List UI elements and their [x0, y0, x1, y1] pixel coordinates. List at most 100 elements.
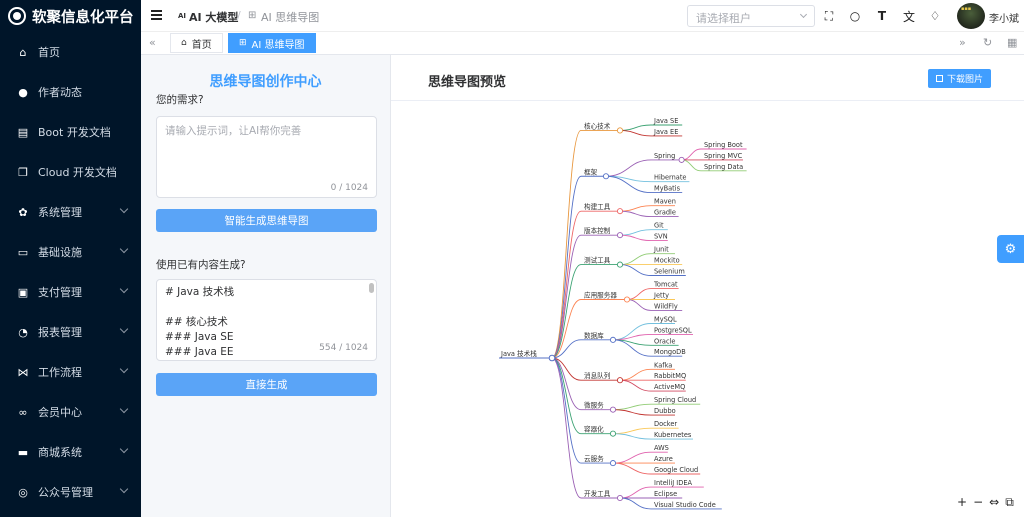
mindmap-node[interactable]: Junit [653, 246, 669, 254]
mindmap-node[interactable]: Spring Data [704, 163, 743, 171]
mindmap-node[interactable]: Spring Cloud [654, 396, 696, 404]
mindmap-collapse-dot[interactable] [616, 261, 624, 268]
mindmap-node[interactable]: Tomcat [653, 281, 678, 289]
mindmap-node[interactable]: 版本控制 [584, 226, 611, 235]
sidebar-item-11[interactable]: ◎ 公众号管理 [0, 472, 141, 512]
mindmap-collapse-dot[interactable] [602, 173, 610, 180]
mindmap-node[interactable]: Dubbo [654, 407, 676, 415]
sidebar-item-0[interactable]: ⌂ 首页 [0, 32, 141, 72]
mindmap-node[interactable]: 消息队列 [584, 371, 611, 380]
mindmap-node[interactable]: 构建工具 [584, 202, 611, 211]
sidebar-item-5[interactable]: ▭ 基础设施 [0, 232, 141, 272]
mindmap-node[interactable]: 核心技术 [584, 121, 611, 130]
mindmap-node[interactable]: 应用服务器 [584, 291, 617, 300]
mindmap-node[interactable]: 测试工具 [584, 256, 611, 265]
mindmap-node[interactable]: 云服务 [584, 454, 604, 463]
mindmap-node[interactable]: Spring MVC [704, 152, 743, 160]
mindmap-collapse-dot[interactable] [678, 156, 685, 163]
grid-icon[interactable]: ▦ [1007, 36, 1017, 49]
mindmap-node[interactable]: Azure [654, 455, 673, 463]
mindmap-collapse-dot[interactable] [548, 354, 556, 362]
mindmap-node[interactable]: Hibernate [654, 174, 687, 182]
mindmap-node[interactable]: MongoDB [654, 348, 686, 356]
brand[interactable]: 软聚信息化平台 [0, 0, 141, 32]
mindmap-node[interactable]: MySQL [654, 316, 677, 324]
mindmap-node[interactable]: Visual Studio Code [654, 501, 716, 509]
search-icon[interactable]: ○ [848, 9, 862, 23]
mindmap-collapse-dot[interactable] [609, 336, 617, 343]
fullscreen-icon[interactable]: ⛶ [822, 9, 836, 23]
mindmap-node[interactable]: 容器化 [584, 425, 604, 434]
mindmap-collapse-dot[interactable] [616, 377, 624, 384]
avatar[interactable] [957, 3, 985, 29]
mindmap-node[interactable]: Selenium [654, 268, 685, 276]
mindmap-node[interactable]: Java SE [653, 117, 678, 125]
mindmap-node[interactable]: IntelliJ IDEA [654, 479, 692, 487]
mindmap-collapse-dot[interactable] [616, 127, 624, 134]
mindmap-canvas[interactable]: Java 技术栈 核心技术 Java SE Java EE 框架 Spring Spring… [391, 101, 1024, 517]
mindmap-node[interactable]: 框架 [584, 167, 598, 176]
sidebar-item-10[interactable]: ▬ 商城系统 [0, 432, 141, 472]
download-image-button[interactable]: 下载图片 [928, 69, 991, 88]
sidebar-item-2[interactable]: ▤ Boot 开发文档 [0, 112, 141, 152]
mindmap-node[interactable]: MyBatis [654, 185, 681, 193]
mindmap-node[interactable]: WildFly [654, 302, 678, 310]
ai-generate-button[interactable]: 智能生成思维导图 [156, 209, 377, 232]
direct-generate-button[interactable]: 直接生成 [156, 373, 377, 396]
font-size-icon[interactable]: T [875, 9, 889, 23]
breadcrumb-ai-model[interactable]: AI 大模型 [189, 9, 238, 25]
mindmap-node[interactable]: 开发工具 [584, 489, 611, 498]
mindmap-collapse-dot[interactable] [616, 232, 624, 239]
mindmap-collapse-dot[interactable] [609, 406, 617, 413]
mindmap-node[interactable]: Spring Boot [704, 141, 743, 149]
sidebar-item-9[interactable]: ∞ 会员中心 [0, 392, 141, 432]
existing-content-textarea[interactable]: # Java 技术栈 ## 核心技术 ### Java SE ### Java EE … [156, 279, 377, 361]
tab-ai-mindmap[interactable]: ⊞ AI 思维导图 [228, 33, 316, 53]
mindmap-node[interactable]: Maven [654, 198, 676, 206]
mindmap-node[interactable]: Jetty [653, 292, 669, 300]
sidebar-item-6[interactable]: ▣ 支付管理 [0, 272, 141, 312]
mindmap-collapse-dot[interactable] [609, 430, 617, 437]
double-chevron-right-icon[interactable]: » [959, 36, 966, 49]
mindmap-node[interactable]: Google Cloud [654, 466, 698, 474]
double-chevron-left-icon[interactable]: « [149, 36, 156, 49]
mindmap-collapse-dot[interactable] [616, 208, 624, 215]
mindmap-node[interactable]: 微服务 [584, 401, 604, 410]
fit-view-icon[interactable]: ⇔ [989, 495, 999, 510]
tenant-select[interactable]: 请选择租户 [687, 5, 815, 27]
mindmap-node[interactable]: Java EE [653, 128, 678, 136]
refresh-icon[interactable]: ↻ [983, 36, 992, 49]
mindmap-node[interactable]: Spring [654, 152, 675, 160]
mindmap-node[interactable]: Mockito [654, 257, 680, 265]
mindmap-node[interactable]: Docker [654, 420, 677, 428]
hamburger-icon[interactable] [151, 10, 162, 20]
mindmap-node[interactable]: Kubernetes [654, 431, 692, 439]
bell-icon[interactable]: ♢ [928, 9, 942, 23]
sidebar-item-8[interactable]: ⋈ 工作流程 [0, 352, 141, 392]
mindmap-collapse-dot[interactable] [609, 460, 617, 467]
fullscreen-view-icon[interactable]: ⧉ [1005, 495, 1014, 510]
tab-home[interactable]: ⌂ 首页 [170, 33, 223, 53]
mindmap-node[interactable]: 数据库 [584, 331, 604, 340]
mindmap-node[interactable]: RabbitMQ [654, 372, 686, 380]
mindmap-node[interactable]: Git [654, 222, 664, 230]
translate-icon[interactable]: 文 [902, 9, 916, 24]
prompt-textarea[interactable]: 请输入提示词，让AI帮你完善 0 / 1024 [156, 116, 377, 198]
mindmap-root[interactable]: Java 技术栈 [500, 349, 537, 358]
mindmap-collapse-dot[interactable] [623, 296, 631, 303]
username[interactable]: 李小斌 [989, 10, 1019, 25]
settings-gear-icon[interactable]: ⚙ [997, 235, 1024, 263]
mindmap-node[interactable]: AWS [654, 444, 669, 452]
mindmap-node[interactable]: ActiveMQ [654, 383, 685, 391]
sidebar-item-4[interactable]: ✿ 系统管理 [0, 192, 141, 232]
zoom-out-icon[interactable]: − [973, 495, 983, 510]
mindmap-node[interactable]: Gradle [654, 209, 676, 217]
mindmap-collapse-dot[interactable] [616, 494, 624, 502]
mindmap-node[interactable]: Oracle [654, 337, 675, 345]
mindmap-node[interactable]: PostgreSQL [654, 326, 692, 334]
zoom-in-icon[interactable]: + [957, 495, 967, 510]
mindmap-node[interactable]: Kafka [654, 361, 672, 369]
sidebar-item-7[interactable]: ◔ 报表管理 [0, 312, 141, 352]
scrollbar[interactable] [369, 283, 374, 293]
mindmap-node[interactable]: SVN [654, 233, 668, 241]
